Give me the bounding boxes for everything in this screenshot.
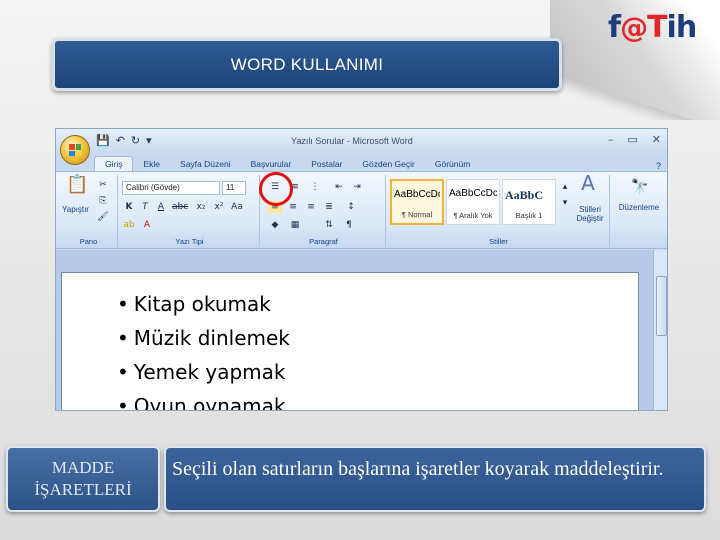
undo-icon[interactable]: ↶ [116, 134, 125, 147]
underline-icon[interactable]: A [154, 201, 168, 213]
change-styles-icon[interactable]: A [574, 173, 602, 201]
redo-icon[interactable]: ↻ [131, 134, 140, 147]
tab-gozden-gecir[interactable]: Gözden Geçir [352, 157, 424, 171]
superscript-icon[interactable]: x² [212, 201, 226, 213]
word-window-title: Yazılı Sorular - Microsoft Word [291, 136, 413, 146]
italic-icon[interactable]: T [138, 201, 152, 213]
cut-icon[interactable]: ✂ [96, 179, 110, 191]
ribbon-tabs: Giriş Ekle Sayfa Düzeni Başvurular Posta… [56, 155, 667, 171]
bullets-highlight-circle [259, 172, 293, 206]
slide-title-bar: WORD KULLANIMI [52, 38, 562, 91]
vertical-scrollbar[interactable] [653, 250, 667, 410]
font-color-icon[interactable]: A [140, 219, 154, 231]
align-center-icon[interactable]: ≡ [286, 201, 300, 213]
group-stiller: AaBbCcDc ¶ Normal AaBbCcDc ¶ Aralık Yok … [388, 173, 610, 247]
ribbon: 📋 Yapıştır ✂ ⎘ 🖌 Pano Calibri (Gövde) 11… [56, 171, 667, 249]
tab-ekle[interactable]: Ekle [133, 157, 170, 171]
window-controls: – ▭ ✕ [608, 133, 661, 146]
align-right-icon[interactable]: ≡ [304, 201, 318, 213]
list-item: Müzik dinlemek [117, 321, 290, 355]
close-icon[interactable]: ✕ [652, 133, 661, 146]
group-yazi-tipi: Calibri (Gövde) 11 K T A abc x₂ x² Aa ab… [120, 175, 260, 247]
description-box: Seçili olan satırların başlarına işaretl… [164, 446, 706, 512]
list-item: Oyun oynamak [117, 389, 290, 410]
borders-icon[interactable]: ▦ [288, 219, 302, 231]
save-icon[interactable]: 💾 [96, 134, 110, 147]
justify-icon[interactable]: ≣ [322, 201, 336, 213]
maximize-icon[interactable]: ▭ [627, 133, 637, 146]
group-label-paragraf: Paragraf [309, 237, 338, 246]
highlight-icon[interactable]: ab [122, 219, 136, 231]
madde-isaretleri-label: MADDE İŞARETLERİ [6, 446, 160, 512]
style-normal[interactable]: AaBbCcDc ¶ Normal [390, 179, 444, 225]
tab-postalar[interactable]: Postalar [301, 157, 352, 171]
style-no-spacing[interactable]: AaBbCcDc ¶ Aralık Yok [446, 179, 500, 225]
bold-icon[interactable]: K [122, 201, 136, 213]
group-label-pano: Pano [79, 237, 98, 246]
document-page[interactable]: Kitap okumak Müzik dinlemek Yemek yapmak… [61, 272, 639, 410]
minimize-icon[interactable]: – [608, 133, 614, 146]
list-item: Yemek yapmak [117, 355, 290, 389]
styles-scroll-down-icon[interactable]: ▾ [558, 197, 572, 209]
word-window: 💾 ↶ ↻ ▾ Yazılı Sorular - Microsoft Word … [55, 128, 668, 411]
fatih-logo: f @ Tih [608, 9, 697, 45]
group-label-stiller: Stiller [489, 237, 508, 246]
show-marks-icon[interactable]: ¶ [342, 219, 356, 231]
font-size-select[interactable]: 11 [222, 181, 246, 195]
line-spacing-icon[interactable]: ↕ [344, 201, 358, 213]
bulleted-list: Kitap okumak Müzik dinlemek Yemek yapmak… [117, 287, 290, 410]
find-binoculars-icon[interactable]: 🔭 [630, 180, 650, 199]
copy-icon[interactable]: ⎘ [96, 195, 110, 207]
shading-icon[interactable]: ◆ [268, 219, 282, 231]
paste-icon[interactable]: 📋 [66, 176, 88, 203]
sort-icon[interactable]: ⇅ [322, 219, 336, 231]
group-pano: 📋 Yapıştır ✂ ⎘ 🖌 Pano [60, 175, 118, 247]
customize-qat-icon[interactable]: ▾ [146, 134, 152, 147]
quick-access-toolbar: 💾 ↶ ↻ ▾ [96, 134, 152, 147]
madde-line-2: İŞARETLERİ [34, 480, 132, 499]
description-text: Seçili olan satırların başlarına işaretl… [172, 458, 664, 480]
format-painter-icon[interactable]: 🖌 [96, 211, 110, 223]
tab-basvurular[interactable]: Başvurular [241, 157, 302, 171]
strikethrough-icon[interactable]: abc [172, 201, 188, 213]
change-case-icon[interactable]: Aa [230, 201, 244, 213]
tab-gorunum[interactable]: Görünüm [425, 157, 480, 171]
madde-line-1: MADDE [51, 458, 115, 477]
subscript-icon[interactable]: x₂ [194, 201, 208, 213]
slide-title: WORD KULLANIMI [230, 54, 384, 74]
change-styles-label[interactable]: Stilleri Değiştir [572, 205, 608, 223]
decrease-indent-icon[interactable]: ⇤ [332, 181, 346, 193]
word-titlebar: 💾 ↶ ↻ ▾ Yazılı Sorular - Microsoft Word … [56, 129, 667, 165]
tab-giris[interactable]: Giriş [94, 156, 134, 171]
help-icon[interactable]: ? [656, 161, 661, 171]
increase-indent-icon[interactable]: ⇥ [350, 181, 364, 193]
multilevel-list-icon[interactable]: ⋮ [308, 181, 322, 193]
styles-scroll-up-icon[interactable]: ▴ [558, 181, 572, 193]
style-heading-1[interactable]: AaBbC Başlık 1 [502, 179, 556, 225]
tab-sayfa-duzeni[interactable]: Sayfa Düzeni [170, 157, 241, 171]
group-duzenleme: 🔭 Düzenleme [612, 175, 666, 247]
font-name-select[interactable]: Calibri (Gövde) [122, 181, 220, 195]
editing-label[interactable]: Düzenleme [612, 203, 666, 212]
office-button[interactable] [60, 135, 90, 165]
scrollbar-thumb[interactable] [656, 276, 667, 336]
paste-label[interactable]: Yapıştır [62, 205, 89, 214]
document-area: Kitap okumak Müzik dinlemek Yemek yapmak… [56, 250, 667, 410]
group-label-yazi-tipi: Yazı Tipi [175, 237, 204, 246]
list-item: Kitap okumak [117, 287, 290, 321]
